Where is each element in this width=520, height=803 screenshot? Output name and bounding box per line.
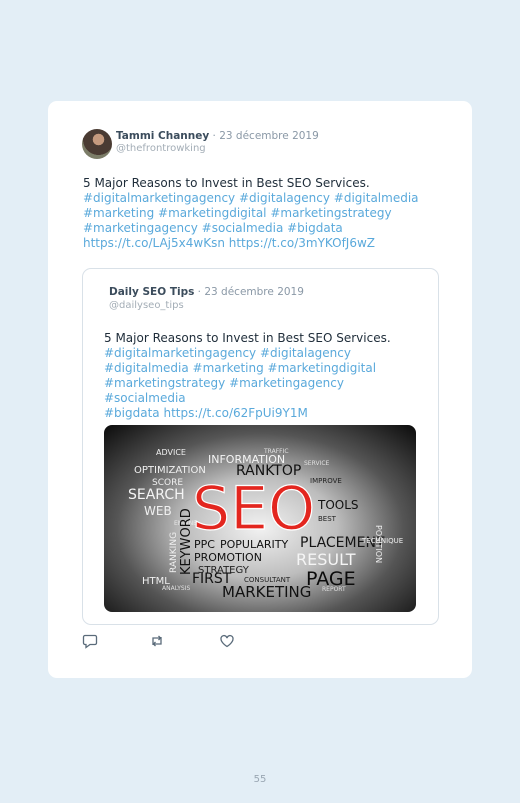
tweet-hashtags-2[interactable]: #marketing #marketingdigital #marketings… xyxy=(83,206,423,221)
author-name[interactable]: Tammi Channey xyxy=(116,130,209,142)
word-cloud-term: BEST xyxy=(318,515,337,523)
quoted-separator: · xyxy=(194,286,205,298)
author-separator: · xyxy=(209,130,220,142)
word-cloud-term: WEB xyxy=(144,504,172,518)
word-cloud-term: ANALYSIS xyxy=(162,585,190,592)
like-icon[interactable] xyxy=(219,633,235,649)
quoted-text-lead: 5 Major Reasons to Invest in Best SEO Se… xyxy=(104,331,391,345)
tweet-card: Tammi Channey · 23 décembre 2019 @thefro… xyxy=(48,101,472,678)
quoted-author: Daily SEO Tips · 23 décembre 2019 xyxy=(109,286,304,298)
word-cloud-term: RESULT xyxy=(296,550,356,569)
quoted-tweet[interactable]: Daily SEO Tips · 23 décembre 2019 @daily… xyxy=(82,268,439,625)
word-cloud-term: RANKING xyxy=(169,532,179,573)
word-cloud-graphic: ADVICE INFORMATION OPTIMIZATION RANKTOP … xyxy=(128,448,403,601)
avatar[interactable] xyxy=(82,129,112,159)
retweet-icon[interactable] xyxy=(149,633,165,649)
word-cloud-term: TOOLS xyxy=(317,498,359,512)
page-number: 55 xyxy=(253,774,267,785)
tweet-text: 5 Major Reasons to Invest in Best SEO Se… xyxy=(83,176,423,251)
word-cloud-term: SEARCH xyxy=(128,487,185,503)
word-cloud-term: REPORT xyxy=(322,586,346,593)
author-handle[interactable]: @thefrontrowking xyxy=(116,143,206,154)
tweet-text-lead: 5 Major Reasons to Invest in Best SEO Se… xyxy=(83,176,370,190)
tweet-hashtags-3[interactable]: #marketingagency #socialmedia #bigdata xyxy=(83,221,423,236)
seo-center-word: SEO xyxy=(192,474,315,544)
word-cloud-term: SERVICE xyxy=(304,460,330,467)
reply-icon[interactable] xyxy=(82,633,98,649)
tweet-links[interactable]: https://t.co/LAj5x4wKsn https://t.co/3mY… xyxy=(83,236,423,251)
quoted-author-name[interactable]: Daily SEO Tips xyxy=(109,286,194,298)
word-cloud-term: TRAFFIC xyxy=(263,448,289,455)
word-cloud-term: ADVICE xyxy=(156,448,186,457)
tweet-hashtags-1[interactable]: #digitalmarketingagency #digitalagency #… xyxy=(83,191,423,206)
word-cloud-term: POSITION xyxy=(374,525,383,563)
seo-word-cloud-image[interactable]: ADVICE INFORMATION OPTIMIZATION RANKTOP … xyxy=(104,425,416,612)
quoted-hashtags-4[interactable]: #bigdata https://t.co/62FpUi9Y1M xyxy=(104,406,424,421)
word-cloud-term: MARKETING xyxy=(222,583,311,601)
quoted-date[interactable]: 23 décembre 2019 xyxy=(204,286,304,298)
quoted-hashtags-1[interactable]: #digitalmarketingagency #digitalagency xyxy=(104,346,424,361)
quoted-hashtags-3[interactable]: #marketingstrategy #marketingagency #soc… xyxy=(104,376,424,406)
quoted-hashtags-2[interactable]: #digitalmedia #marketing #marketingdigit… xyxy=(104,361,424,376)
tweet-author: Tammi Channey · 23 décembre 2019 xyxy=(116,130,319,142)
quoted-text: 5 Major Reasons to Invest in Best SEO Se… xyxy=(104,331,424,421)
quoted-handle[interactable]: @dailyseo_tips xyxy=(109,300,184,311)
word-cloud-term: PROMOTION xyxy=(194,551,262,564)
tweet-date[interactable]: 23 décembre 2019 xyxy=(219,130,319,142)
